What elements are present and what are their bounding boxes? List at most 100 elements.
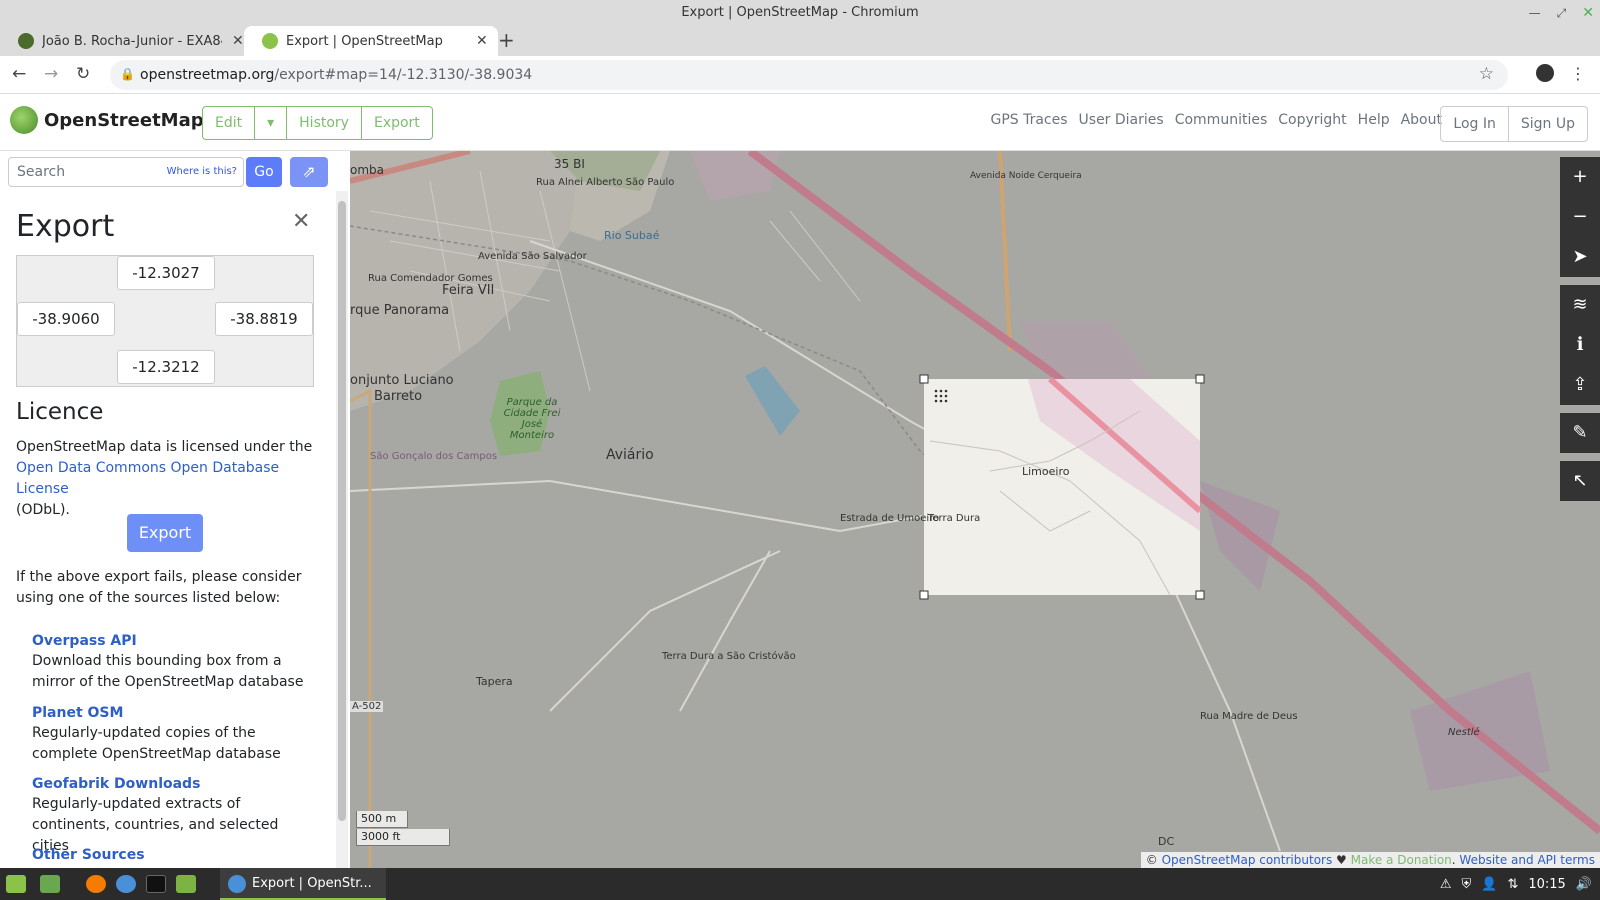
- info-icon[interactable]: ℹ: [1560, 325, 1600, 365]
- sidebar-scrollbar[interactable]: [336, 191, 348, 868]
- taskbar-window-title: Export | OpenStr...: [252, 876, 372, 891]
- export-nav-button[interactable]: Export: [362, 107, 432, 139]
- back-icon[interactable]: ←: [12, 64, 26, 84]
- copyright-link[interactable]: Copyright: [1278, 112, 1346, 128]
- map-label: Nestlé: [1448, 727, 1480, 738]
- gps-traces-link[interactable]: GPS Traces: [990, 112, 1067, 128]
- geofabrik-link[interactable]: Geofabrik Downloads: [32, 774, 312, 794]
- history-button[interactable]: History: [287, 107, 362, 139]
- browser-menu-icon[interactable]: ⋮: [1570, 64, 1586, 83]
- login-button[interactable]: Log In: [1441, 107, 1509, 141]
- zoom-out-icon[interactable]: −: [1560, 197, 1600, 237]
- mint-menu-icon[interactable]: [6, 875, 26, 893]
- warning-icon[interactable]: ⚠: [1440, 877, 1452, 892]
- map-label: Aviário: [606, 447, 654, 463]
- signup-button[interactable]: Sign Up: [1509, 107, 1587, 141]
- map-label: Limoeiro: [1022, 465, 1070, 478]
- tab-close-icon[interactable]: ✕: [232, 33, 244, 49]
- tab-title: João B. Rocha-Junior - EXA84: [42, 33, 222, 49]
- map-label: Rio Subaé: [604, 229, 660, 242]
- show-desktop-icon[interactable]: [40, 875, 60, 893]
- osm-logo[interactable]: OpenStreetMap: [10, 106, 204, 134]
- where-is-this-link[interactable]: Where is this?: [167, 166, 237, 177]
- terms-link[interactable]: Website and API terms: [1459, 853, 1595, 867]
- map-label: Rua Madre de Deus: [1200, 711, 1298, 722]
- auth-buttons: Log In Sign Up: [1440, 106, 1588, 142]
- volume-icon[interactable]: 🔊: [1576, 877, 1592, 892]
- communities-link[interactable]: Communities: [1175, 112, 1268, 128]
- new-tab-icon[interactable]: +: [498, 28, 515, 52]
- tab-exa84[interactable]: João B. Rocha-Junior - EXA84 ✕: [0, 26, 254, 56]
- scrollbar-thumb[interactable]: [338, 201, 346, 821]
- reload-icon[interactable]: ↻: [76, 64, 90, 84]
- odbl-link[interactable]: Open Data Commons Open Database License: [16, 460, 279, 497]
- zoom-in-icon[interactable]: +: [1560, 157, 1600, 197]
- osm-header: OpenStreetMap Edit ▾ History Export GPS …: [0, 94, 1600, 151]
- min-lon-input[interactable]: -38.9060: [17, 302, 115, 336]
- map-label: 35 BI: [554, 157, 585, 171]
- add-note-icon[interactable]: ✎: [1560, 413, 1600, 453]
- layers-icon[interactable]: ≋: [1560, 285, 1600, 325]
- min-lat-input[interactable]: -12.3212: [117, 350, 215, 384]
- edit-button[interactable]: Edit: [203, 107, 256, 139]
- tab-export-osm[interactable]: Export | OpenStreetMap ✕: [244, 26, 498, 56]
- source-planet: Planet OSM Regularly-updated copies of t…: [32, 703, 312, 765]
- files-icon[interactable]: [176, 875, 196, 893]
- minimize-icon[interactable]: —: [1529, 0, 1541, 26]
- locate-icon[interactable]: ➤: [1560, 237, 1600, 277]
- map-label: Feira VII: [442, 283, 495, 298]
- edit-dropdown-button[interactable]: ▾: [255, 107, 288, 139]
- contributors-link[interactable]: OpenStreetMap contributors: [1162, 853, 1333, 867]
- map[interactable]: omba 35 BI Rua Alnei Alberto São Paulo R…: [350, 151, 1600, 868]
- forward-icon[interactable]: →: [44, 64, 58, 84]
- map-label: Tapera: [476, 675, 513, 688]
- header-links: GPS Traces User Diaries Communities Copy…: [990, 112, 1442, 128]
- help-link[interactable]: Help: [1358, 112, 1390, 128]
- other-sources-link[interactable]: Other Sources: [32, 845, 312, 865]
- about-link[interactable]: About: [1401, 112, 1442, 128]
- chromium-icon[interactable]: [116, 875, 136, 893]
- network-icon[interactable]: ⇅: [1507, 877, 1518, 892]
- url-path: /export#map=14/-12.3130/-38.9034: [274, 67, 533, 83]
- url-field[interactable]: 🔒 openstreetmap.org/export#map=14/-12.31…: [110, 60, 1508, 90]
- user-diaries-link[interactable]: User Diaries: [1079, 112, 1164, 128]
- licence-text-2: (ODbL).: [16, 502, 70, 518]
- map-label: onjunto Luciano: [350, 373, 454, 388]
- search-input[interactable]: Search Where is this?: [8, 157, 244, 187]
- map-label: omba: [350, 163, 385, 177]
- source-other: Other Sources: [32, 845, 312, 865]
- donate-link[interactable]: Make a Donation: [1351, 853, 1452, 867]
- profile-icon[interactable]: [1536, 64, 1554, 82]
- query-features-icon[interactable]: ↖: [1560, 461, 1600, 501]
- clock[interactable]: 10:15: [1528, 877, 1565, 892]
- lock-icon[interactable]: 🔒: [120, 67, 135, 81]
- zoom-controls: + − ➤: [1560, 157, 1600, 277]
- attribution-prefix: ©: [1145, 853, 1158, 867]
- close-icon[interactable]: ✕: [292, 209, 310, 234]
- planet-osm-link[interactable]: Planet OSM: [32, 703, 312, 723]
- shield-icon[interactable]: ⛨: [1461, 877, 1471, 892]
- firefox-icon[interactable]: [86, 875, 106, 893]
- url-host: openstreetmap.org: [140, 67, 275, 83]
- window-close-icon[interactable]: ✕: [1582, 0, 1594, 26]
- layer-controls: ≋ ℹ ⇪: [1560, 285, 1600, 405]
- map-label: Parque da Cidade Frei José Monteiro: [503, 397, 561, 441]
- directions-icon[interactable]: ⇗: [290, 157, 328, 187]
- go-button[interactable]: Go: [246, 157, 282, 187]
- max-lat-input[interactable]: -12.3027: [117, 256, 215, 290]
- max-lon-input[interactable]: -38.8819: [215, 302, 313, 336]
- terminal-icon[interactable]: [146, 875, 166, 893]
- tab-favicon-icon: [18, 33, 34, 49]
- tab-close-icon[interactable]: ✕: [476, 33, 488, 49]
- map-label: DC: [1158, 835, 1175, 848]
- maximize-icon[interactable]: ⤢: [1557, 0, 1567, 26]
- taskbar-window-chromium[interactable]: Export | OpenStr...: [220, 868, 386, 900]
- export-button[interactable]: Export: [127, 514, 203, 552]
- bookmark-star-icon[interactable]: ☆: [1479, 64, 1494, 84]
- note-controls: ✎: [1560, 413, 1600, 453]
- user-icon[interactable]: 👤: [1481, 877, 1497, 892]
- search-placeholder: Search: [17, 164, 66, 180]
- share-icon[interactable]: ⇪: [1560, 365, 1600, 405]
- map-label: Estrada de Umoeiro: [840, 513, 940, 524]
- overpass-link[interactable]: Overpass API: [32, 631, 312, 651]
